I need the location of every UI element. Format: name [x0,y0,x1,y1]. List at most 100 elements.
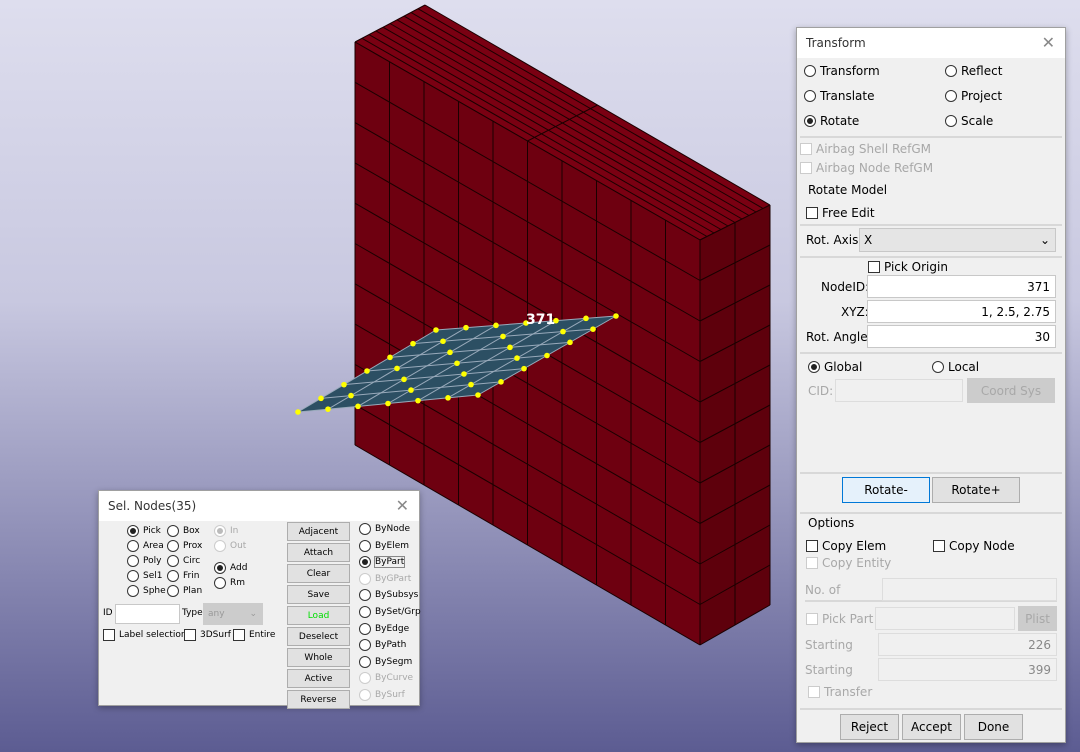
node-marker[interactable] [500,333,506,340]
copy-entity-checkbox[interactable]: Copy Entity [806,556,891,570]
node-marker[interactable] [521,365,527,372]
active-button[interactable]: Active [287,669,350,688]
label-selection-checkbox[interactable]: Label selection [103,629,187,641]
reverse-button[interactable]: Reverse [287,690,350,709]
xyz-input[interactable]: 1, 2.5, 2.75 [867,300,1056,323]
node-marker[interactable] [507,344,513,351]
bycurve-radio[interactable]: ByCurve [359,672,413,685]
node-marker[interactable] [387,354,393,361]
airbag-shell-checkbox[interactable]: Airbag Shell RefGM [800,142,931,156]
type-select[interactable]: any ⌄ [203,603,263,625]
sphe-radio[interactable]: Sphe [127,585,166,597]
mode-transform-radio[interactable]: Transform [804,64,880,78]
transfer-checkbox[interactable]: Transfer [808,685,872,699]
copy-node-checkbox[interactable]: Copy Node [933,539,1015,553]
sel1-radio[interactable]: Sel1 [127,570,162,582]
starting-input-2[interactable]: 399 [878,658,1057,681]
rot-angle-input[interactable]: 30 [867,325,1056,348]
rotate-minus-button[interactable]: Rotate- [842,477,930,503]
local-radio[interactable]: Local [932,360,979,374]
byset-grp-radio[interactable]: BySet/Grp [359,606,421,618]
node-marker[interactable] [385,400,391,407]
copy-elem-checkbox[interactable]: Copy Elem [806,539,886,553]
box-radio[interactable]: Box [167,525,200,537]
pick-radio[interactable]: Pick [127,525,161,537]
node-marker[interactable] [348,392,354,399]
bynode-radio[interactable]: ByNode [359,523,410,535]
node-marker[interactable] [493,322,499,329]
deselect-button[interactable]: Deselect [287,627,350,646]
node-marker[interactable] [410,340,416,347]
node-marker[interactable] [364,368,370,374]
load-button[interactable]: Load [287,606,350,625]
node-marker[interactable] [447,349,453,356]
attach-button[interactable]: Attach [287,543,350,562]
node-marker[interactable] [394,365,400,372]
node-marker[interactable] [318,395,324,402]
prox-radio[interactable]: Prox [167,540,202,552]
node-marker[interactable] [415,397,421,404]
byedge-radio[interactable]: ByEdge [359,622,409,635]
node-marker[interactable] [355,403,361,410]
add-radio[interactable]: Add [214,562,247,574]
bysurf-radio[interactable]: BySurf [359,689,405,701]
bypath-radio[interactable]: ByPath [359,639,406,652]
reject-button[interactable]: Reject [840,714,899,740]
nodeid-input[interactable]: 371 [867,275,1056,298]
node-marker[interactable] [475,392,481,398]
mode-translate-radio[interactable]: Translate [804,89,875,103]
accept-button[interactable]: Accept [902,714,961,740]
node-marker[interactable] [325,406,331,412]
node-marker[interactable] [590,326,596,332]
save-button[interactable]: Save [287,585,350,604]
out-radio[interactable]: Out [214,540,246,552]
node-marker[interactable] [401,376,407,383]
frin-radio[interactable]: Frin [167,570,199,582]
cid-input[interactable] [835,379,963,402]
pick-part-checkbox[interactable]: Pick Part [806,612,873,626]
poly-radio[interactable]: Poly [127,555,161,567]
airbag-node-checkbox[interactable]: Airbag Node RefGM [800,161,933,175]
id-input[interactable] [115,604,180,624]
rot-axis-select[interactable]: X ⌄ [859,228,1056,252]
entire-checkbox[interactable]: Entire [233,629,275,641]
mode-reflect-radio[interactable]: Reflect [945,64,1002,78]
node-marker[interactable] [341,381,347,388]
mode-scale-radio[interactable]: Scale [945,114,993,128]
whole-button[interactable]: Whole [287,648,350,667]
rotate-plus-button[interactable]: Rotate+ [932,477,1020,503]
3dsurf-checkbox[interactable]: 3DSurf [184,629,231,641]
mode-rotate-radio[interactable]: Rotate [804,114,859,128]
circ-radio[interactable]: Circ [167,555,200,567]
node-marker[interactable] [468,381,474,388]
mode-project-radio[interactable]: Project [945,89,1002,103]
close-icon[interactable]: ✕ [1042,33,1055,52]
no-of-input[interactable] [882,578,1057,601]
global-radio[interactable]: Global [808,360,862,374]
pick-part-input[interactable] [875,607,1015,630]
close-icon[interactable]: ✕ [396,496,409,515]
plan-radio[interactable]: Plan [167,585,202,597]
coord-sys-button[interactable]: Coord Sys [967,378,1055,403]
node-marker[interactable] [583,315,589,322]
adjacent-button[interactable]: Adjacent [287,522,350,541]
node-marker[interactable] [295,409,301,415]
node-marker[interactable] [440,338,446,345]
bysubsys-radio[interactable]: BySubsys [359,589,418,602]
pick-origin-checkbox[interactable]: Pick Origin [868,260,948,274]
node-marker[interactable] [408,387,414,393]
rm-radio[interactable]: Rm [214,577,245,589]
node-marker[interactable] [544,352,550,359]
node-marker[interactable] [454,360,460,367]
bygpart-radio[interactable]: ByGPart [359,572,411,585]
plist-button[interactable]: Plist [1018,606,1057,631]
free-edit-checkbox[interactable]: Free Edit [806,206,875,220]
node-marker[interactable] [560,328,566,335]
area-radio[interactable]: Area [127,540,164,552]
node-marker[interactable] [445,395,451,401]
bypart-radio[interactable]: ByPart [359,556,406,569]
node-marker[interactable] [498,379,504,385]
bysegm-radio[interactable]: BySegm [359,655,412,668]
starting-input-1[interactable]: 226 [878,633,1057,656]
node-marker[interactable] [463,324,469,331]
